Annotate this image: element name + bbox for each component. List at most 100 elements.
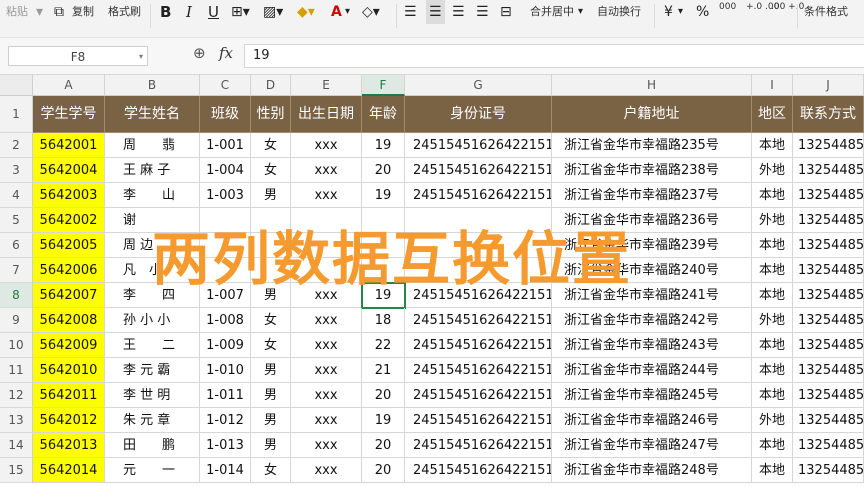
table-cell[interactable]: 20 (362, 433, 405, 458)
table-cell[interactable]: 132544851 (793, 158, 864, 183)
table-cell[interactable]: 男 (251, 183, 291, 208)
conditional-format-button[interactable]: 条件格式 (804, 0, 848, 24)
table-cell[interactable]: 本地 (752, 458, 793, 483)
table-cell[interactable]: 外地 (752, 308, 793, 333)
distribute-icon[interactable]: ⊟ (500, 0, 512, 24)
table-cell[interactable]: 19 (362, 183, 405, 208)
row-header-10[interactable]: 10 (0, 333, 33, 358)
row-header-4[interactable]: 4 (0, 183, 33, 208)
align-right-icon[interactable]: ☰ (452, 0, 465, 24)
table-cell[interactable]: 132544851 (793, 133, 864, 158)
table-cell[interactable]: 24515451626422151 (405, 183, 552, 208)
table-cell[interactable]: 1-013 (200, 433, 251, 458)
border-icon[interactable]: ⊞▾ (231, 0, 250, 24)
column-header-d[interactable]: D (251, 75, 291, 96)
table-cell[interactable]: 女 (251, 308, 291, 333)
wrap-text-button[interactable]: 自动换行 (597, 0, 641, 24)
thousands-button[interactable]: 000 (719, 0, 736, 19)
table-cell[interactable]: 132544851 (793, 183, 864, 208)
table-cell[interactable]: 浙江省金华市幸福路248号 (552, 458, 752, 483)
table-cell[interactable]: 女 (251, 133, 291, 158)
column-header-h[interactable]: H (552, 75, 752, 96)
decrease-decimal-button[interactable]: .00 +.0 (771, 0, 804, 19)
table-cell[interactable]: 24515451626422151 (405, 458, 552, 483)
table-cell[interactable]: 浙江省金华市幸福路238号 (552, 158, 752, 183)
table-cell[interactable]: 19 (362, 408, 405, 433)
table-cell[interactable]: 5642001 (33, 133, 105, 158)
table-cell[interactable]: 元 一 (105, 458, 200, 483)
table-cell[interactable]: 18 (362, 308, 405, 333)
table-cell[interactable]: 男 (251, 433, 291, 458)
table-cell[interactable]: xxx (291, 333, 362, 358)
table-cell[interactable]: 5642007 (33, 283, 105, 308)
table-cell[interactable]: 本地 (752, 333, 793, 358)
table-cell[interactable]: xxx (291, 158, 362, 183)
row-header-1[interactable]: 1 (0, 96, 33, 133)
column-header-a[interactable]: A (33, 75, 105, 96)
table-cell[interactable]: 132544851 (793, 333, 864, 358)
table-cell[interactable]: 孙 小 小 (105, 308, 200, 333)
table-cell[interactable]: 本地 (752, 433, 793, 458)
table-cell[interactable]: xxx (291, 358, 362, 383)
table-cell[interactable]: 132544851 (793, 358, 864, 383)
eraser-icon[interactable]: ◇▾ (362, 0, 380, 24)
row-header-15[interactable]: 15 (0, 458, 33, 483)
align-center-icon[interactable]: ☰ (426, 0, 445, 24)
table-cell[interactable]: 本地 (752, 383, 793, 408)
table-cell[interactable]: 王 麻 子 (105, 158, 200, 183)
table-cell[interactable]: xxx (291, 408, 362, 433)
table-cell[interactable]: xxx (291, 383, 362, 408)
table-cell[interactable]: 1-012 (200, 408, 251, 433)
table-cell[interactable]: 5642003 (33, 183, 105, 208)
merge-dropdown-icon[interactable]: ▾ (578, 0, 583, 24)
row-header-8[interactable]: 8 (0, 283, 33, 308)
table-cell[interactable]: 21 (362, 358, 405, 383)
table-cell[interactable]: 20 (362, 458, 405, 483)
table-cell[interactable]: 1-010 (200, 358, 251, 383)
table-cell[interactable]: 5642006 (33, 258, 105, 283)
table-cell[interactable]: 女 (251, 158, 291, 183)
table-cell[interactable]: 本地 (752, 358, 793, 383)
table-cell[interactable]: xxx (291, 458, 362, 483)
table-cell[interactable]: 19 (362, 133, 405, 158)
percent-button[interactable]: % (696, 0, 709, 24)
formula-input[interactable]: 19 (244, 44, 864, 68)
table-cell[interactable]: 132544851 (793, 458, 864, 483)
table-cell[interactable]: 浙江省金华市幸福路246号 (552, 408, 752, 433)
table-cell[interactable]: 132544851 (793, 283, 864, 308)
currency-dropdown-icon[interactable]: ▾ (678, 0, 683, 24)
column-header-i[interactable]: I (752, 75, 793, 96)
row-header-9[interactable]: 9 (0, 308, 33, 333)
table-cell[interactable]: 外地 (752, 408, 793, 433)
bold-button[interactable]: B (160, 0, 171, 24)
row-header-14[interactable]: 14 (0, 433, 33, 458)
table-cell[interactable]: 李 世 明 (105, 383, 200, 408)
column-header-c[interactable]: C (200, 75, 251, 96)
row-header-7[interactable]: 7 (0, 258, 33, 283)
table-cell[interactable]: 132544851 (793, 433, 864, 458)
column-header-g[interactable]: G (405, 75, 552, 96)
merge-center-button[interactable]: 合并居中 (530, 0, 574, 24)
table-cell[interactable]: 浙江省金华市幸福路242号 (552, 308, 752, 333)
table-cell[interactable]: 24515451626422151 (405, 358, 552, 383)
font-color-dropdown-icon[interactable]: ▾ (345, 0, 350, 24)
table-cell[interactable]: 田 鹏 (105, 433, 200, 458)
column-header-e[interactable]: E (291, 75, 362, 96)
table-cell[interactable]: 132544851 (793, 208, 864, 233)
paste-button[interactable]: 粘贴 (6, 0, 28, 24)
table-cell[interactable]: 本地 (752, 183, 793, 208)
table-cell[interactable]: 5642008 (33, 308, 105, 333)
row-header-13[interactable]: 13 (0, 408, 33, 433)
row-header-2[interactable]: 2 (0, 133, 33, 158)
table-cell[interactable]: 5642009 (33, 333, 105, 358)
table-cell[interactable]: 5642014 (33, 458, 105, 483)
table-cell[interactable]: 本地 (752, 283, 793, 308)
format-painter-button[interactable]: 格式刷 (108, 0, 141, 24)
column-header-b[interactable]: B (105, 75, 200, 96)
font-color-button[interactable]: A (331, 0, 342, 24)
table-cell[interactable]: 1-008 (200, 308, 251, 333)
name-box-dropdown-icon[interactable]: ▾ (139, 47, 143, 67)
table-cell[interactable]: 24515451626422151 (405, 433, 552, 458)
row-header-3[interactable]: 3 (0, 158, 33, 183)
column-header-j[interactable]: J (793, 75, 864, 96)
